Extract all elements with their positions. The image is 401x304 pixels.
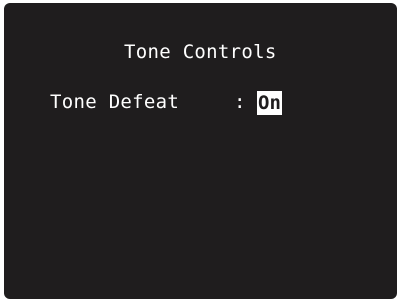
menu-item-separator: : [234,91,246,113]
menu-item-value-selected[interactable]: On [257,91,282,115]
menu-title: Tone Controls [124,41,277,63]
osd-screen: Tone Controls Tone Defeat : On [4,3,397,299]
menu-item-label: Tone Defeat [50,91,180,113]
